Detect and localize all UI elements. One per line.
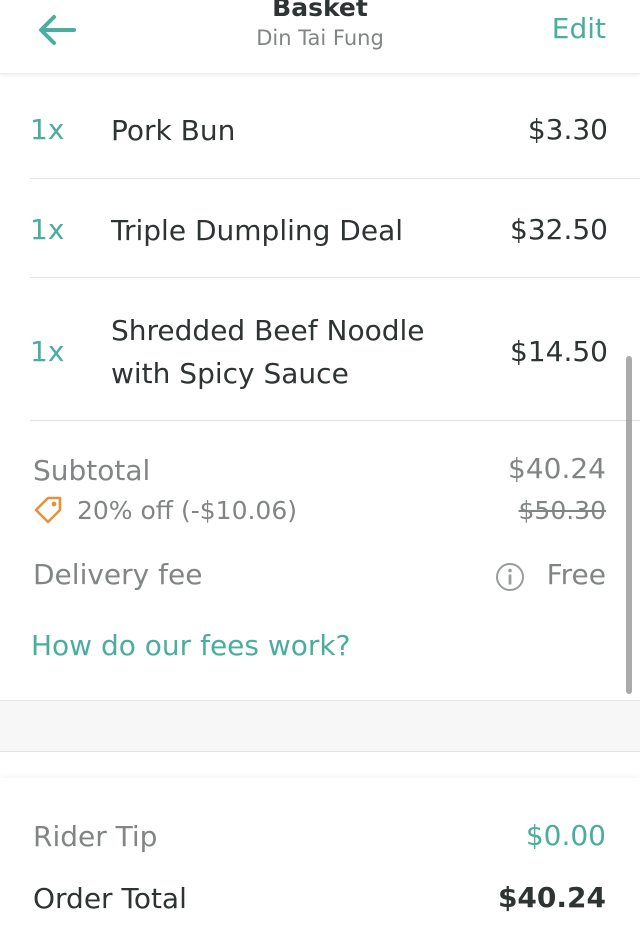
edit-button[interactable]: Edit: [552, 12, 606, 45]
item-name-line-1: Shredded Beef Noodle: [111, 314, 425, 347]
scrollbar[interactable]: [626, 356, 632, 694]
header: Basket Din Tai Fung Edit: [0, 0, 640, 74]
item-name: Shredded Beef Noodle with Spicy Sauce: [111, 309, 425, 395]
item-price: $32.50: [510, 213, 608, 246]
subtotal-value: $40.24: [508, 452, 606, 485]
rider-tip-label: Rider Tip: [33, 820, 158, 853]
price-tag-icon: [34, 496, 62, 524]
order-total-label: Order Total: [33, 882, 187, 915]
rider-tip-value[interactable]: $0.00: [526, 819, 606, 852]
item-name-line-2: with Spicy Sauce: [111, 357, 349, 390]
basket-item[interactable]: 1x Shredded Beef Noodle with Spicy Sauce…: [30, 278, 640, 421]
original-price: $50.30: [518, 496, 606, 525]
item-price: $3.30: [527, 113, 608, 146]
item-quantity: 1x: [30, 213, 65, 246]
item-price: $14.50: [510, 335, 608, 368]
subtotal-label: Subtotal: [33, 454, 151, 487]
page-title: Basket: [272, 0, 368, 22]
item-quantity: 1x: [30, 335, 65, 368]
totals-panel: Rider Tip $0.00 Order Total $40.24: [0, 778, 640, 925]
info-icon[interactable]: [495, 562, 525, 596]
basket-item[interactable]: 1x Triple Dumpling Deal $32.50: [30, 179, 640, 278]
section-divider: [0, 700, 640, 752]
fees-info-link[interactable]: How do our fees work?: [31, 629, 351, 662]
item-name: Triple Dumpling Deal: [111, 214, 404, 247]
item-quantity: 1x: [30, 113, 65, 146]
discount-label: 20% off (-$10.06): [77, 495, 297, 525]
item-name: Pork Bun: [111, 114, 236, 147]
discount-row: 20% off (-$10.06): [33, 495, 297, 525]
order-total-value: $40.24: [497, 881, 606, 914]
delivery-fee-label: Delivery fee: [33, 558, 203, 591]
restaurant-name: Din Tai Fung: [256, 26, 384, 50]
basket-item[interactable]: 1x Pork Bun $3.30: [30, 80, 640, 179]
delivery-fee-value: Free: [546, 558, 606, 591]
